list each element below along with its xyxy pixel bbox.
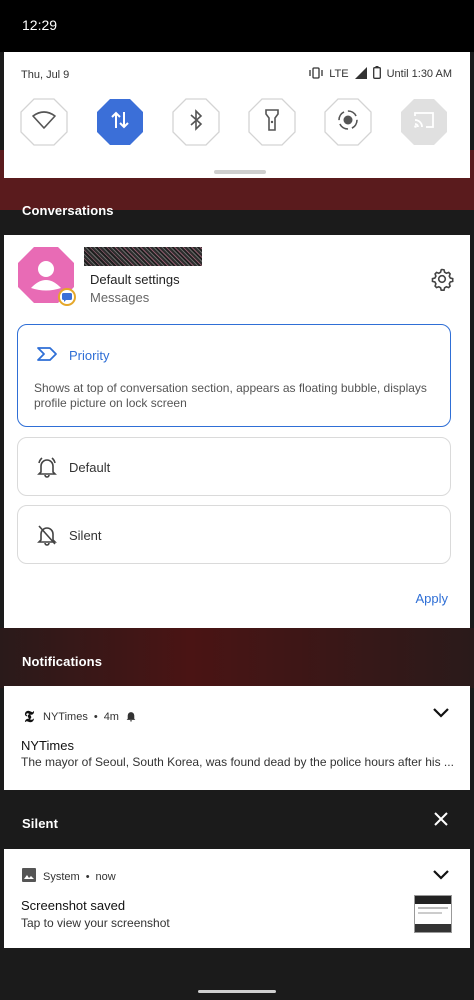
conversation-title: Default settings bbox=[90, 272, 180, 287]
battery-text: Until 1:30 AM bbox=[386, 68, 452, 80]
chevron-down-icon[interactable] bbox=[432, 706, 450, 724]
flashlight-tile[interactable] bbox=[248, 98, 296, 146]
messages-badge-icon bbox=[58, 288, 76, 306]
screen-record-icon bbox=[337, 109, 359, 136]
wifi-icon bbox=[32, 110, 56, 134]
close-icon[interactable] bbox=[434, 812, 448, 831]
chevron-down-icon[interactable] bbox=[432, 868, 450, 886]
cast-icon bbox=[413, 111, 435, 134]
bluetooth-tile[interactable] bbox=[172, 98, 220, 146]
quick-settings-panel: Thu, Jul 9 LTE Until 1:30 AM bbox=[4, 52, 470, 178]
screenshot-notification[interactable]: System • now Screenshot saved Tap to vie… bbox=[4, 849, 470, 948]
gear-icon[interactable] bbox=[430, 267, 454, 296]
qs-date[interactable]: Thu, Jul 9 bbox=[21, 69, 69, 81]
qs-tiles bbox=[20, 98, 448, 146]
notification-app-row: System • now bbox=[21, 867, 116, 886]
nytimes-logo-icon: 𝕿 bbox=[24, 707, 34, 726]
battery-icon bbox=[372, 66, 381, 82]
home-gesture-bar[interactable] bbox=[198, 990, 276, 993]
network-type: LTE bbox=[329, 68, 349, 80]
app-name: System bbox=[43, 870, 80, 883]
signal-icon bbox=[354, 66, 367, 82]
apply-button[interactable]: Apply bbox=[415, 591, 448, 606]
silent-option[interactable]: Silent bbox=[17, 505, 451, 564]
status-time: 12:29 bbox=[22, 17, 58, 33]
priority-description: Shows at top of conversation section, ap… bbox=[34, 381, 427, 410]
silent-label: Silent bbox=[69, 528, 102, 543]
notifications-header: Notifications bbox=[22, 654, 103, 669]
notification-title: NYTimes bbox=[21, 738, 74, 753]
mobile-data-tile[interactable] bbox=[96, 98, 144, 146]
notification-app-row: 𝕿 NYTimes • 4m bbox=[21, 707, 137, 727]
default-option[interactable]: Default bbox=[17, 437, 451, 496]
priority-icon bbox=[36, 346, 58, 367]
app-name: NYTimes bbox=[43, 711, 88, 723]
flashlight-icon bbox=[265, 108, 279, 136]
status-bar: 12:29 bbox=[0, 0, 474, 52]
image-icon bbox=[21, 867, 37, 886]
conversation-settings-card: Default settings Messages Priority Shows… bbox=[4, 235, 470, 628]
screenshot-thumbnail[interactable] bbox=[414, 895, 452, 933]
notification-title: Screenshot saved bbox=[21, 898, 126, 913]
qs-drag-handle[interactable] bbox=[214, 170, 266, 174]
default-label: Default bbox=[69, 460, 111, 475]
screen-record-tile[interactable] bbox=[324, 98, 372, 146]
priority-label: Priority bbox=[69, 348, 110, 363]
wifi-tile[interactable] bbox=[20, 98, 68, 146]
redacted-contact-name bbox=[84, 247, 202, 266]
mobile-data-icon bbox=[111, 110, 129, 135]
vibrate-icon bbox=[309, 66, 323, 82]
separator: • bbox=[85, 870, 90, 883]
conversations-header: Conversations bbox=[22, 203, 114, 218]
notification-text: Tap to view your screenshot bbox=[21, 916, 170, 930]
qs-status-icons: LTE Until 1:30 AM bbox=[309, 66, 452, 82]
notification-time: now bbox=[95, 870, 116, 883]
separator: • bbox=[93, 711, 98, 723]
nytimes-notification[interactable]: 𝕿 NYTimes • 4m NYTimes The mayor of Seou… bbox=[4, 686, 470, 790]
priority-option[interactable]: Priority Shows at top of conversation se… bbox=[17, 324, 451, 427]
bell-off-icon bbox=[36, 524, 58, 551]
bell-icon bbox=[36, 456, 58, 483]
cast-tile[interactable] bbox=[400, 98, 448, 146]
silent-header: Silent bbox=[22, 816, 58, 831]
notification-text: The mayor of Seoul, South Korea, was fou… bbox=[21, 755, 454, 769]
alerting-bell-icon bbox=[125, 710, 137, 725]
notification-time: 4m bbox=[103, 711, 119, 723]
bluetooth-icon bbox=[189, 108, 203, 136]
conversation-app: Messages bbox=[90, 290, 150, 305]
